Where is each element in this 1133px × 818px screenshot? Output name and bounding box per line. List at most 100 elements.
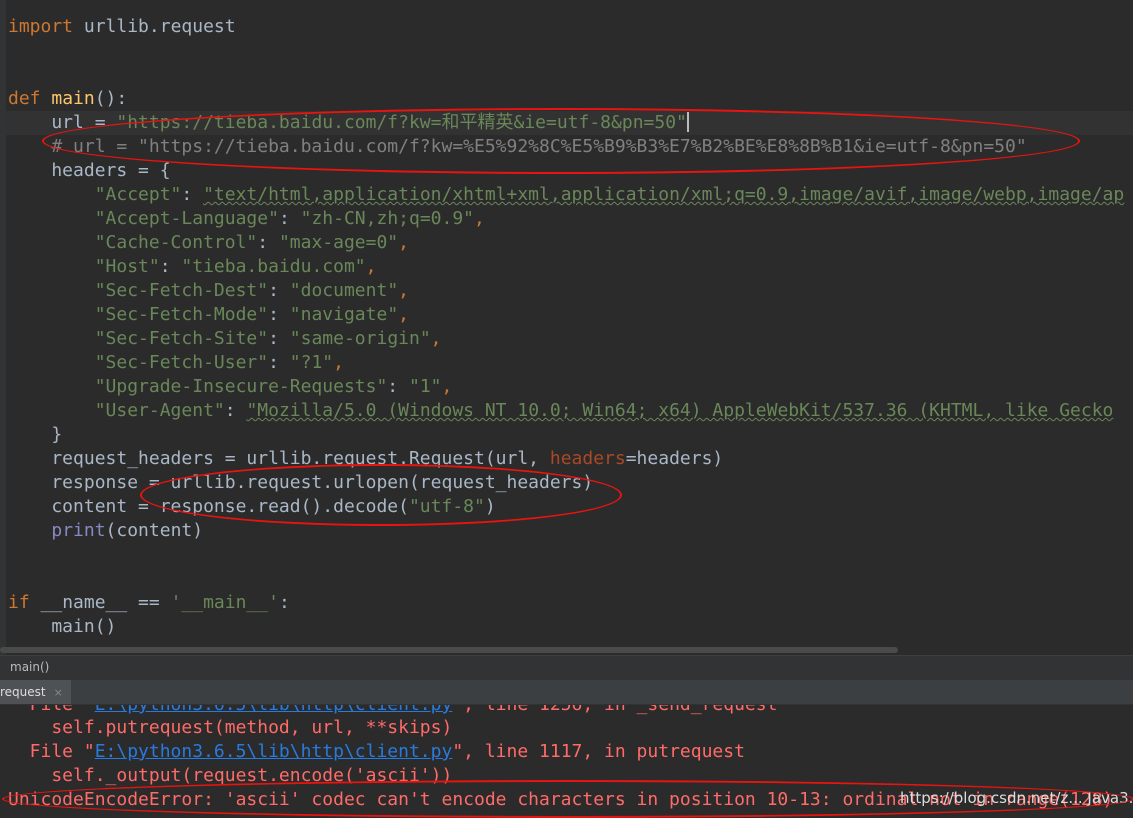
code-line[interactable]: "Cache-Control": "max-age=0", xyxy=(8,231,409,255)
file-link[interactable]: E:\python3.6.5\lib\http\client.py xyxy=(95,705,453,715)
file-link[interactable]: E:\python3.6.5\lib\http\client.py xyxy=(95,741,453,762)
comma: , xyxy=(398,280,409,301)
string-literal: "https://tieba.baidu.com/f?kw=和平精英&ie=ut… xyxy=(116,112,687,133)
comma: , xyxy=(474,208,485,229)
horizontal-scrollbar[interactable] xyxy=(0,647,898,653)
code-text: : xyxy=(268,352,290,373)
dict-key: "Upgrade-Insecure-Requests" xyxy=(8,376,388,397)
console-line: File "E:\python3.6.5\lib\http\client.py"… xyxy=(8,740,745,764)
dict-key: "Sec-Fetch-User" xyxy=(8,352,269,373)
code-text: request_headers = urllib.request.Request… xyxy=(8,448,550,469)
code-line[interactable]: "Accept-Language": "zh-CN,zh;q=0.9", xyxy=(8,207,485,231)
code-line[interactable]: content = response.read().decode("utf-8"… xyxy=(8,495,496,519)
keyword: if xyxy=(8,592,30,613)
code-text: : xyxy=(224,400,247,421)
dict-value: "?1" xyxy=(289,352,334,373)
dict-value: "document" xyxy=(289,280,399,301)
console-text: File " xyxy=(8,741,95,762)
console-text: ", line 1256, in _send_request xyxy=(452,705,777,715)
dict-value: "text/html,application/xhtml+xml,applica… xyxy=(203,184,1125,205)
code-line[interactable]: # url = "https://tieba.baidu.com/f?kw=%E… xyxy=(8,135,1026,159)
code-text: ) xyxy=(484,496,496,517)
dict-key: "Sec-Fetch-Dest" xyxy=(8,280,269,301)
code-line[interactable]: headers = { xyxy=(8,159,170,183)
function-name: main xyxy=(51,88,95,109)
keyword-argument: headers xyxy=(549,448,626,469)
code-text: (): xyxy=(94,88,128,109)
code-text: : xyxy=(181,184,204,205)
code-text: =headers) xyxy=(625,448,724,469)
code-line[interactable]: url = "https://tieba.baidu.com/f?kw=和平精英… xyxy=(8,111,689,135)
console-line: self.putrequest(method, url, **skips) xyxy=(8,717,453,738)
run-tab-label: request xyxy=(0,685,46,699)
watermark: https://blog.csdn.net/z... Java3... xyxy=(900,789,1133,807)
breadcrumb[interactable]: main() xyxy=(0,655,1133,680)
code-text: url = xyxy=(8,112,117,133)
dict-key: "Cache-Control" xyxy=(8,232,258,253)
keyword: def xyxy=(8,88,41,109)
dict-key: "User-Agent" xyxy=(8,400,225,421)
dict-key: "Host" xyxy=(8,256,160,277)
code-text: content = response.read().decode( xyxy=(8,496,409,517)
comma: , xyxy=(441,376,453,397)
code-line[interactable]: "Accept": "text/html,application/xhtml+x… xyxy=(8,183,1125,207)
code-line[interactable]: "User-Agent": "Mozilla/5.0 (Windows NT 1… xyxy=(8,399,1114,423)
string-literal: '__main__' xyxy=(170,592,279,613)
code-text: : xyxy=(268,328,290,349)
code-line[interactable]: request_headers = urllib.request.Request… xyxy=(8,447,723,471)
dict-key: "Accept" xyxy=(8,184,182,205)
code-line[interactable]: main() xyxy=(8,615,116,639)
dict-key: "Sec-Fetch-Mode" xyxy=(8,304,269,325)
code-line[interactable]: response = urllib.request.urlopen(reques… xyxy=(8,471,593,495)
code-line[interactable]: "Sec-Fetch-User": "?1", xyxy=(8,351,344,375)
breadcrumb-item[interactable]: main() xyxy=(10,660,49,674)
code-text: __name__ == xyxy=(29,592,171,613)
dict-key: "Accept-Language" xyxy=(8,208,279,229)
code-line[interactable]: def main(): xyxy=(8,87,127,111)
dict-value: "max-age=0" xyxy=(278,232,399,253)
code-text: : xyxy=(387,376,409,397)
comma: , xyxy=(365,256,377,277)
code-text: : xyxy=(268,304,290,325)
text-caret xyxy=(686,112,689,132)
code-text: urllib.request xyxy=(73,16,236,37)
editor-gutter xyxy=(0,0,6,655)
code-line[interactable]: "Sec-Fetch-Dest": "document", xyxy=(8,279,409,303)
code-text: : xyxy=(278,208,301,229)
dict-value: "navigate" xyxy=(289,304,399,325)
keyword: import xyxy=(8,16,74,37)
code-text: (content) xyxy=(105,520,204,541)
dict-value: "1" xyxy=(408,376,442,397)
close-icon[interactable]: × xyxy=(54,686,63,699)
console-text: File " xyxy=(8,705,95,715)
code-line[interactable]: "Host": "tieba.baidu.com", xyxy=(8,255,377,279)
comma: , xyxy=(430,328,442,349)
code-text: : xyxy=(159,256,182,277)
comma: , xyxy=(398,304,409,325)
code-line[interactable]: "Sec-Fetch-Mode": "navigate", xyxy=(8,303,409,327)
run-tab-bar: request × xyxy=(0,680,1133,705)
run-tab[interactable]: request × xyxy=(0,680,71,704)
code-line[interactable]: if __name__ == '__main__': xyxy=(8,591,290,615)
code-line[interactable]: print(content) xyxy=(8,519,203,543)
builtin-function: print xyxy=(51,520,106,541)
code-line[interactable]: "Upgrade-Insecure-Requests": "1", xyxy=(8,375,453,399)
code-text: : xyxy=(257,232,279,253)
console-text: ", line 1117, in putrequest xyxy=(452,741,745,762)
comma: , xyxy=(333,352,344,373)
console-line: self._output(request.encode('ascii')) xyxy=(8,765,453,786)
code-editor[interactable]: import urllib.request def main(): url = … xyxy=(0,0,1133,655)
code-line[interactable]: import urllib.request xyxy=(8,15,236,39)
code-line[interactable]: "Sec-Fetch-Site": "same-origin", xyxy=(8,327,442,351)
dict-value: "tieba.baidu.com" xyxy=(181,256,366,277)
comma: , xyxy=(398,232,409,253)
code-line[interactable]: } xyxy=(8,423,62,447)
code-text: : xyxy=(268,280,290,301)
dict-key: "Sec-Fetch-Site" xyxy=(8,328,269,349)
dict-value: "Mozilla/5.0 (Windows NT 10.0; Win64; x6… xyxy=(246,400,1114,421)
string-literal: "utf-8" xyxy=(408,496,485,517)
dict-value: "zh-CN,zh;q=0.9" xyxy=(300,208,475,229)
code-text: : xyxy=(278,592,290,613)
dict-value: "same-origin" xyxy=(289,328,431,349)
